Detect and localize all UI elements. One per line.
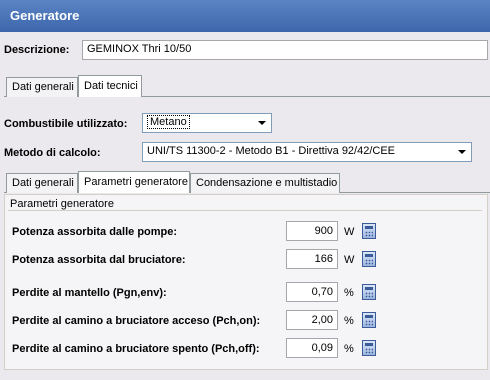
descrizione-label: Descrizione: [4,44,70,56]
tab-parametri-generatore[interactable]: Parametri generatore [78,171,190,193]
calculator-icon[interactable] [362,340,376,356]
calculator-icon[interactable] [362,312,376,328]
tab-dati-generali[interactable]: Dati generali [6,77,78,97]
tab-condensazione[interactable]: Condensazione e multistadio [190,173,340,193]
param-label-bruciatore: Potenza assorbita dal bruciatore: [12,254,186,266]
combustibile-label: Combustibile utilizzato: [4,118,128,130]
param-input-bruciatore[interactable]: 166 [286,249,338,269]
calculator-icon[interactable] [362,284,376,300]
window-title: Generatore [0,0,490,32]
group-title: Parametri generatore [10,198,114,210]
param-label-camino-acceso: Perdite al camino a bruciatore acceso (P… [12,315,261,327]
tab-sub-dati-generali[interactable]: Dati generali [6,173,78,193]
tab-dati-tecnici[interactable]: Dati tecnici [78,75,142,97]
param-input-pompe[interactable]: 900 [286,221,338,241]
metodo-select[interactable]: UNI/TS 11300-2 - Metodo B1 - Direttiva 9… [142,142,472,162]
param-label-mantello: Perdite al mantello (Pgn,env): [12,287,167,299]
combustibile-value: Metano [147,115,190,129]
param-label-camino-spento: Perdite al camino a bruciatore spento (P… [12,343,260,355]
combustibile-select[interactable]: Metano [142,113,272,133]
param-input-camino-acceso[interactable]: 2,00 [286,310,338,330]
param-input-camino-spento[interactable]: 0,09 [286,338,338,358]
chevron-down-icon[interactable] [454,144,470,160]
metodo-value: UNI/TS 11300-2 - Metodo B1 - Direttiva 9… [147,145,396,157]
param-unit: W [344,226,355,238]
param-unit: % [344,343,354,355]
chevron-down-icon[interactable] [254,115,270,131]
param-input-mantello[interactable]: 0,70 [286,282,338,302]
group-divider [8,210,482,211]
calculator-icon[interactable] [362,251,376,267]
param-unit: % [344,315,354,327]
metodo-label: Metodo di calcolo: [4,147,101,159]
param-label-pompe: Potenza assorbita dalle pompe: [12,226,178,238]
param-unit: W [344,254,355,266]
param-unit: % [344,287,354,299]
calculator-icon[interactable] [362,223,376,239]
descrizione-field[interactable]: GEMINOX Thri 10/50 [82,40,488,60]
